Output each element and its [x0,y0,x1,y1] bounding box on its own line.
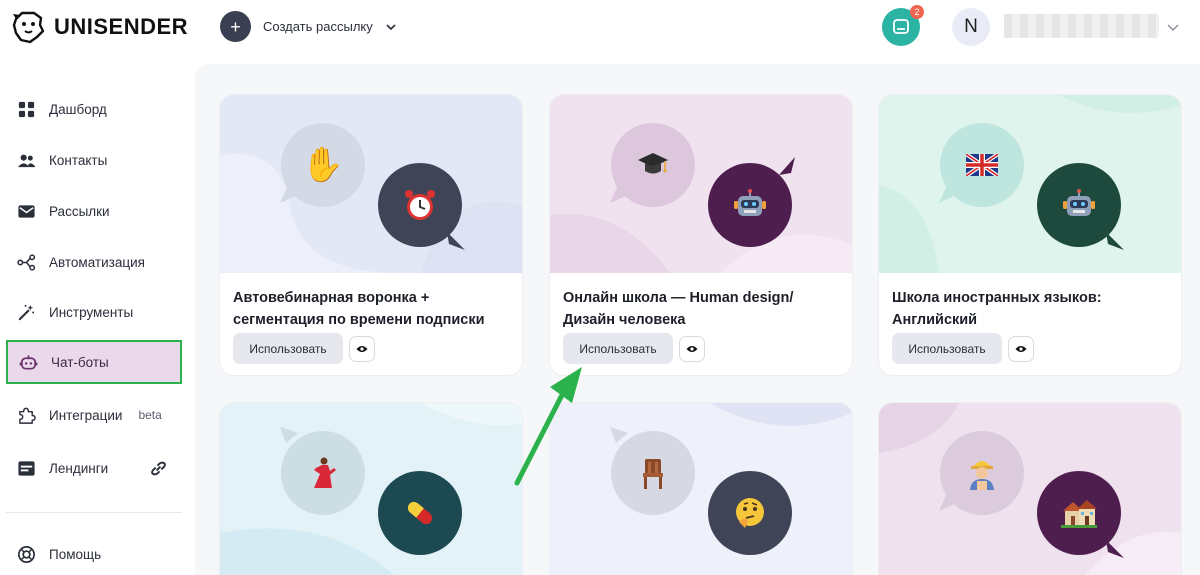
beta-badge: beta [138,408,162,422]
bubble-tail [610,185,628,203]
bubble-tail [280,185,298,203]
eye-icon [686,346,698,352]
contacts-icon [17,154,36,167]
mail-icon [18,204,35,218]
sidebar-item-integrations[interactable]: Интеграции beta [6,393,182,437]
template-card[interactable]: Онлайн школа — Human design/Дизайн челов… [550,95,852,375]
eye-icon [356,346,368,352]
bubble-tail [1106,540,1124,558]
dog-logo-icon [12,11,45,44]
use-template-button[interactable]: Использовать [892,333,1002,364]
sidebar-item-label: Помощь [49,546,102,562]
sidebar-item-help[interactable]: Помощь [6,532,182,575]
sidebar-item-label: Контакты [49,152,108,168]
annotation-arrow [514,367,582,486]
card-illustration: ✋ [220,95,522,273]
preview-button[interactable] [679,336,705,362]
background-shape [220,153,522,273]
template-card[interactable]: ✋ Автовебинарная воронка + сегментация п… [220,95,522,375]
robot-icon [19,354,38,370]
puzzle-icon [19,407,36,424]
card-title: Школа иностранных языков: Английский [892,290,1102,328]
sidebar-item-automation[interactable]: Автоматизация [6,240,182,284]
card-illustration [220,403,522,575]
logo[interactable]: UNISENDER [10,9,188,45]
bubble-tail [447,232,465,250]
bubble-tail [939,493,957,511]
top-bar: UNISENDER + Создать рассылку 2 N [0,0,1200,56]
create-campaign-button[interactable]: + Создать рассылку [220,11,397,42]
sidebar-item-landings[interactable]: Лендинги [6,446,182,490]
sidebar-item-label: Автоматизация [49,254,145,270]
bubble-tail [1106,232,1124,250]
sidebar-item-dashboard[interactable]: Дашборд [6,87,182,131]
sidebar-divider [6,512,182,513]
sidebar-item-contacts[interactable]: Контакты [6,138,182,182]
background-shape [220,403,522,575]
magic-wand-icon [18,304,35,320]
thinking-face-icon [708,471,792,555]
card-title: Онлайн школа — Human design/Дизайн челов… [563,290,794,328]
background-shape [550,213,852,273]
sidebar: Дашборд Контакты Рассылки Автоматизация … [0,56,195,575]
logo-text: UNISENDER [54,14,189,39]
sidebar-item-chatbots[interactable]: Чат-боты [6,340,182,384]
sidebar-item-label: Интеграции [49,407,123,423]
chevron-down-icon[interactable] [1166,20,1180,34]
avatar[interactable]: N [952,8,990,46]
card-illustration [879,403,1181,575]
notification-badge: 2 [910,5,924,19]
user-name-blurred[interactable] [1004,14,1159,38]
link-icon [151,461,167,475]
bubble-tail [939,185,957,203]
sidebar-item-label: Рассылки [49,203,110,219]
main-content: ✋ Автовебинарная воронка + сегментация п… [195,64,1200,575]
sidebar-item-label: Лендинги [49,460,109,476]
template-card[interactable] [220,403,522,575]
background-shape [879,403,1181,575]
app-window: UNISENDER + Создать рассылку 2 N Дашборд… [0,0,1200,575]
bubble-tail [280,427,298,443]
landing-icon [18,460,35,476]
preview-button[interactable] [349,336,375,362]
dashboard-icon [18,101,35,117]
automation-icon [17,253,36,271]
sidebar-item-tools[interactable]: Инструменты [6,290,182,334]
pill-icon [378,471,462,555]
chat-icon [893,19,909,34]
help-icon [18,545,35,563]
template-card[interactable]: Школа иностранных языков: Английский Исп… [879,95,1181,375]
sidebar-item-campaigns[interactable]: Рассылки [6,189,182,233]
card-title: Автовебинарная воронка + сегментация по … [233,290,485,328]
use-template-button[interactable]: Использовать [233,333,343,364]
card-illustration [550,95,852,273]
sidebar-item-label: Чат-боты [51,354,109,370]
create-campaign-label: Создать рассылку [263,19,373,34]
preview-button[interactable] [1008,336,1034,362]
sidebar-item-label: Инструменты [49,304,134,320]
chevron-down-icon [386,23,396,30]
card-illustration [879,95,1181,273]
sidebar-item-label: Дашборд [49,101,107,117]
background-shape [879,95,1181,273]
plus-icon: + [220,11,251,42]
bubble-tail [779,157,795,175]
bubble-tail [610,427,628,443]
template-card[interactable] [879,403,1181,575]
eye-icon [1015,346,1027,352]
